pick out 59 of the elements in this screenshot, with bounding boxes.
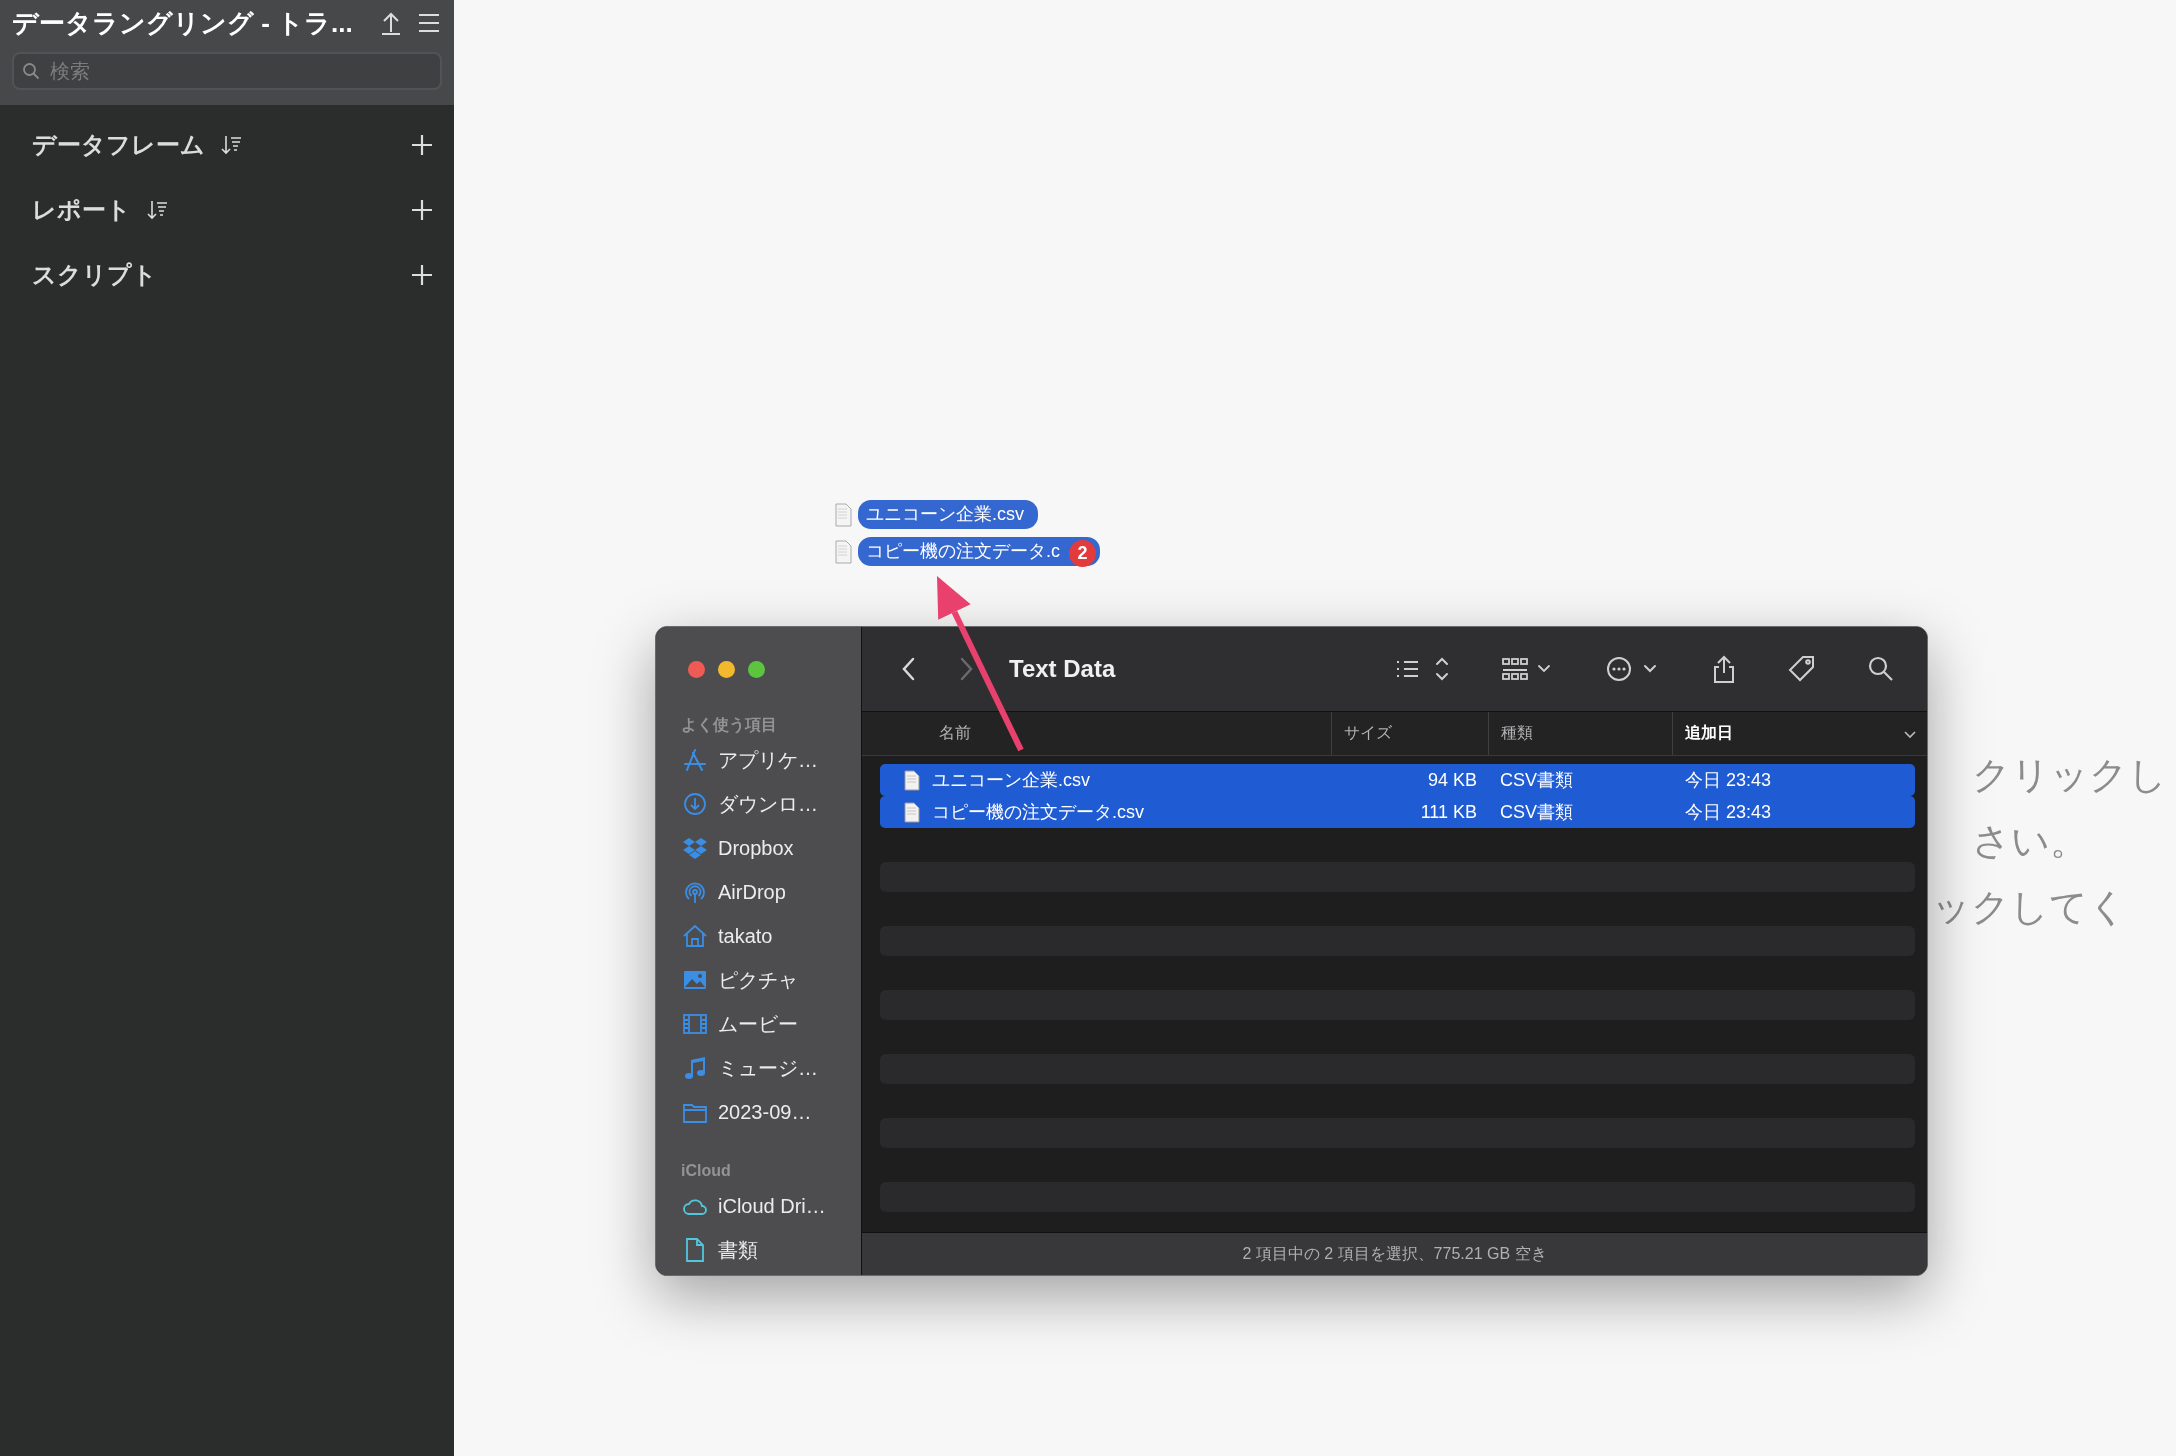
sidebar-item[interactable]: iCloud Dri…: [718, 1194, 826, 1218]
home-icon: [682, 923, 708, 949]
sidebar-item[interactable]: 書類: [718, 1236, 758, 1264]
close-button[interactable]: [688, 661, 705, 678]
dropbox-icon: [682, 835, 708, 861]
file-row[interactable]: ユニコーン企業.csv 94 KB CSV書類 今日 23:43: [880, 764, 1915, 796]
date-added: 今日 23:43: [1684, 801, 1773, 824]
file-type: CSV書類: [1499, 801, 1574, 824]
section-label[interactable]: レポート: [32, 193, 131, 226]
date-added: 今日 23:43: [1684, 769, 1773, 792]
file-row[interactable]: コピー機の注文データ.csv 111 KB CSV書類 今日 23:43: [880, 796, 1915, 828]
sidebar-heading: よく使う項目: [680, 715, 778, 736]
file-size: 94 KB: [1426, 769, 1478, 791]
sidebar-item[interactable]: 2023-09…: [718, 1100, 812, 1124]
file-icon: [904, 801, 920, 823]
status-text: 2 項目中の 2 項目を選択、775.21 GB 空き: [1242, 1243, 1547, 1264]
search-field[interactable]: 検索: [12, 52, 442, 90]
file-icon: [835, 502, 852, 527]
minimize-button[interactable]: [718, 661, 735, 678]
apps-icon: [682, 747, 708, 773]
hint-text: クリックし: [1971, 753, 2167, 798]
file-type: CSV書類: [1499, 769, 1574, 792]
file-icon: [904, 769, 920, 791]
film-icon: [682, 1011, 708, 1037]
column-header[interactable]: 種類: [1501, 723, 1533, 744]
project-title: データラングリング - トラ...: [12, 6, 354, 40]
sidebar-item[interactable]: ピクチャ: [718, 966, 798, 994]
add-icon[interactable]: [410, 132, 434, 157]
sidebar-item[interactable]: takato: [718, 924, 773, 948]
sort-icon[interactable]: [147, 198, 169, 221]
sort-icon[interactable]: [221, 133, 243, 156]
file-icon: [835, 539, 852, 564]
column-header[interactable]: 名前: [939, 723, 971, 744]
tag-button[interactable]: [1787, 654, 1817, 684]
file-name: ユニコーン企業.csv: [932, 769, 1090, 792]
add-icon[interactable]: [410, 262, 434, 287]
sidebar-item[interactable]: ダウンロ…: [718, 790, 818, 818]
add-icon[interactable]: [410, 197, 434, 222]
sidebar-item[interactable]: ムービー: [718, 1010, 798, 1038]
column-header[interactable]: 追加日: [1685, 723, 1733, 744]
share-button[interactable]: [1711, 654, 1737, 684]
sidebar-item[interactable]: ミュージ…: [718, 1054, 818, 1082]
download-icon: [682, 791, 708, 817]
music-note-icon: [682, 1055, 708, 1081]
sidebar-item[interactable]: AirDrop: [718, 880, 786, 904]
hint-text: さい。: [1971, 819, 2089, 864]
section-label[interactable]: データフレーム: [32, 128, 205, 161]
file-size: 111 KB: [1419, 801, 1478, 823]
sidebar-heading: iCloud: [680, 1161, 732, 1181]
zoom-button[interactable]: [748, 661, 765, 678]
airdrop-icon: [682, 879, 708, 905]
sidebar-item[interactable]: アプリケ…: [718, 746, 818, 774]
dragged-file-name: ユニコーン企業.csv: [858, 500, 1038, 529]
section-label[interactable]: スクリプト: [32, 258, 157, 291]
sidebar-item[interactable]: Dropbox: [718, 836, 794, 860]
column-header[interactable]: サイズ: [1344, 723, 1392, 744]
hint-text: ックしてく: [1932, 885, 2128, 930]
window-title: Text Data: [1009, 655, 1117, 683]
file-name: コピー機の注文データ.csv: [932, 801, 1144, 824]
